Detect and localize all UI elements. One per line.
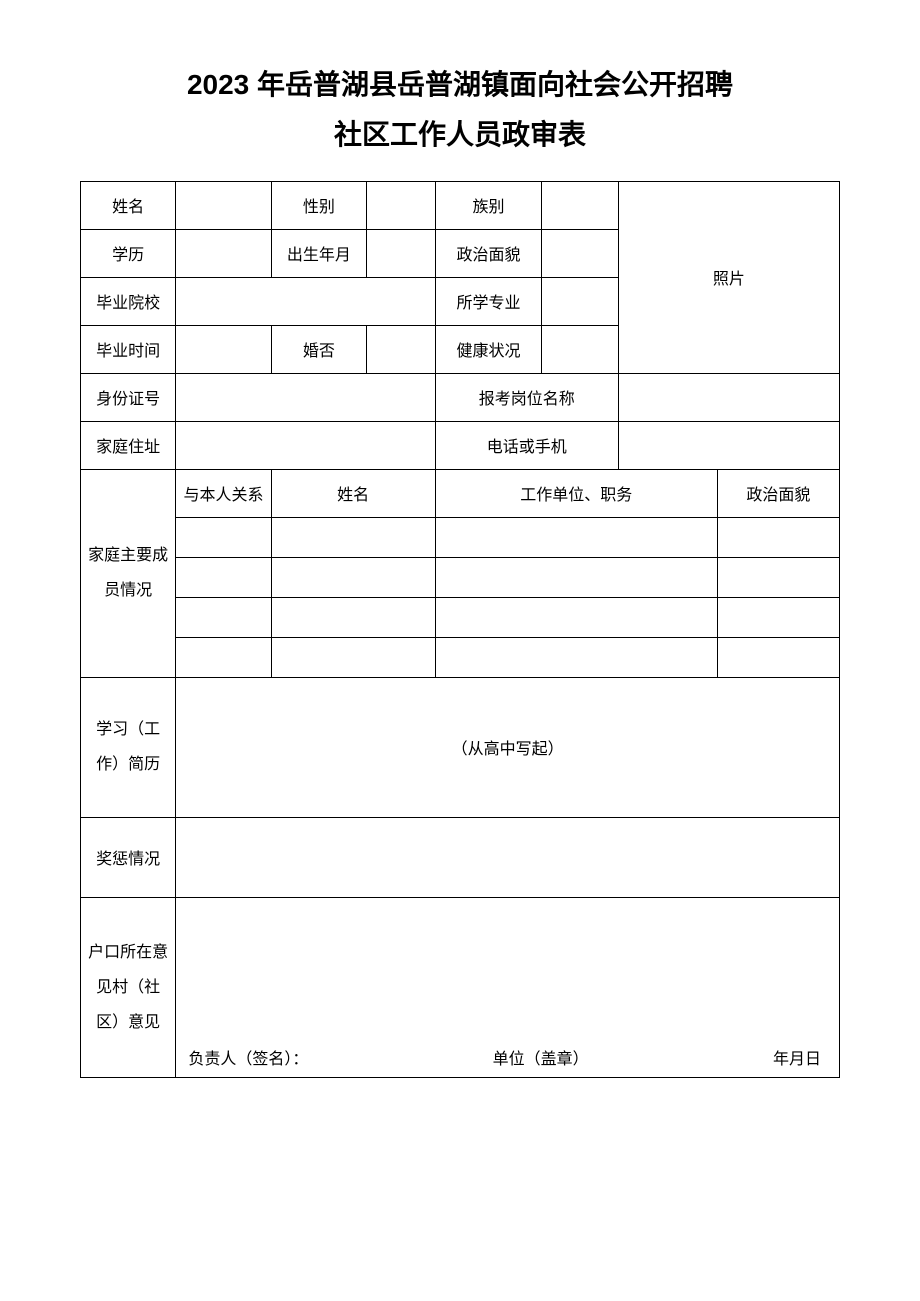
label-gender: 性别	[271, 181, 366, 229]
value-grad-time[interactable]	[176, 325, 271, 373]
value-birth[interactable]	[367, 229, 436, 277]
label-grad-time: 毕业时间	[81, 325, 176, 373]
family-political[interactable]	[717, 637, 839, 677]
value-gender[interactable]	[367, 181, 436, 229]
form-table: 姓名 性别 族别 照片 学历 出生年月 政治面貌 毕业院校 所学专业 毕业时间 …	[80, 181, 840, 1078]
label-family-section: 家庭主要成员情况	[81, 469, 176, 677]
value-major[interactable]	[542, 277, 618, 325]
label-health: 健康状况	[435, 325, 542, 373]
label-position: 报考岗位名称	[435, 373, 618, 421]
family-name[interactable]	[271, 597, 435, 637]
family-name[interactable]	[271, 637, 435, 677]
label-political: 政治面貌	[435, 229, 542, 277]
family-political[interactable]	[717, 517, 839, 557]
label-fm-political: 政治面貌	[717, 469, 839, 517]
family-relation[interactable]	[176, 597, 271, 637]
label-married: 婚否	[271, 325, 366, 373]
value-education[interactable]	[176, 229, 271, 277]
value-id-number[interactable]	[176, 373, 435, 421]
page-title: 2023 年岳普湖县岳普湖镇面向社会公开招聘 社区工作人员政审表	[80, 60, 840, 161]
value-rewards[interactable]	[176, 817, 840, 897]
label-relation: 与本人关系	[176, 469, 271, 517]
label-resume: 学习（工作）简历	[81, 677, 176, 817]
label-ethnicity: 族别	[435, 181, 542, 229]
family-political[interactable]	[717, 557, 839, 597]
label-birth: 出生年月	[271, 229, 366, 277]
opinion-village-body[interactable]: 负责人（签名）： 单位（盖章） 年月日	[176, 897, 840, 1077]
value-ethnicity[interactable]	[542, 181, 618, 229]
sign-person-label: 负责人（签名）：	[188, 1045, 308, 1069]
label-education: 学历	[81, 229, 176, 277]
label-opinion-village: 户口所在意见村（社区）意见	[81, 897, 176, 1077]
title-line1: 2023 年岳普湖县岳普湖镇面向社会公开招聘	[80, 60, 840, 110]
label-id-number: 身份证号	[81, 373, 176, 421]
sign-unit-label: 单位（盖章）	[493, 1045, 589, 1069]
family-work[interactable]	[435, 637, 717, 677]
label-school: 毕业院校	[81, 277, 176, 325]
family-work[interactable]	[435, 557, 717, 597]
label-fm-work: 工作单位、职务	[435, 469, 717, 517]
family-work[interactable]	[435, 597, 717, 637]
value-resume[interactable]: （从高中写起）	[176, 677, 840, 817]
photo-cell: 照片	[618, 181, 839, 373]
value-school[interactable]	[176, 277, 435, 325]
sign-line: 负责人（签名）： 单位（盖章） 年月日	[184, 1045, 831, 1071]
family-name[interactable]	[271, 557, 435, 597]
title-line2: 社区工作人员政审表	[80, 110, 840, 160]
family-relation[interactable]	[176, 637, 271, 677]
label-address: 家庭住址	[81, 421, 176, 469]
value-position[interactable]	[618, 373, 839, 421]
value-phone[interactable]	[618, 421, 839, 469]
family-name[interactable]	[271, 517, 435, 557]
value-address[interactable]	[176, 421, 435, 469]
label-major: 所学专业	[435, 277, 542, 325]
value-political[interactable]	[542, 229, 618, 277]
label-rewards: 奖惩情况	[81, 817, 176, 897]
label-fm-name: 姓名	[271, 469, 435, 517]
value-married[interactable]	[367, 325, 436, 373]
value-name[interactable]	[176, 181, 271, 229]
family-political[interactable]	[717, 597, 839, 637]
label-name: 姓名	[81, 181, 176, 229]
label-phone: 电话或手机	[435, 421, 618, 469]
value-health[interactable]	[542, 325, 618, 373]
family-work[interactable]	[435, 517, 717, 557]
family-relation[interactable]	[176, 557, 271, 597]
sign-date-label: 年月日	[773, 1045, 821, 1069]
family-relation[interactable]	[176, 517, 271, 557]
